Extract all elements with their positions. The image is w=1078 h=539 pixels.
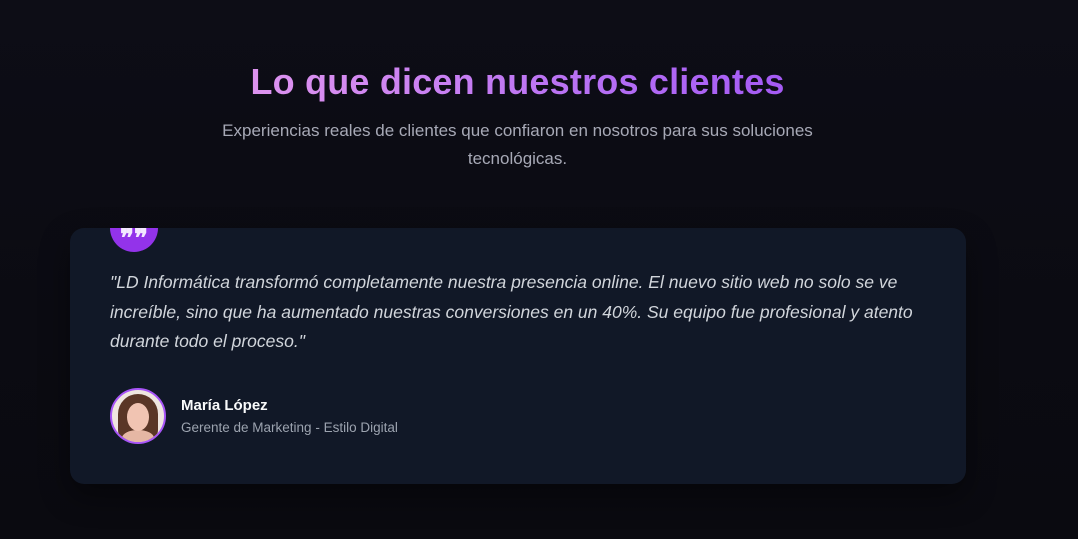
quote-badge: ❞❞ xyxy=(110,228,158,252)
author-name: María López xyxy=(181,397,268,414)
avatar xyxy=(110,388,166,444)
testimonial-quote: "LD Informática transformó completamente… xyxy=(110,272,913,351)
section-title: Lo que dicen nuestros clientes xyxy=(0,58,1035,106)
testimonials-section: Lo que dicen nuestros clientes Experienc… xyxy=(0,0,1078,539)
author-role: Gerente de Marketing - Estilo Digital xyxy=(181,420,398,435)
section-subtitle: Experiencias reales de clientes que conf… xyxy=(222,121,813,168)
quote-icon: ❞❞ xyxy=(120,228,148,252)
